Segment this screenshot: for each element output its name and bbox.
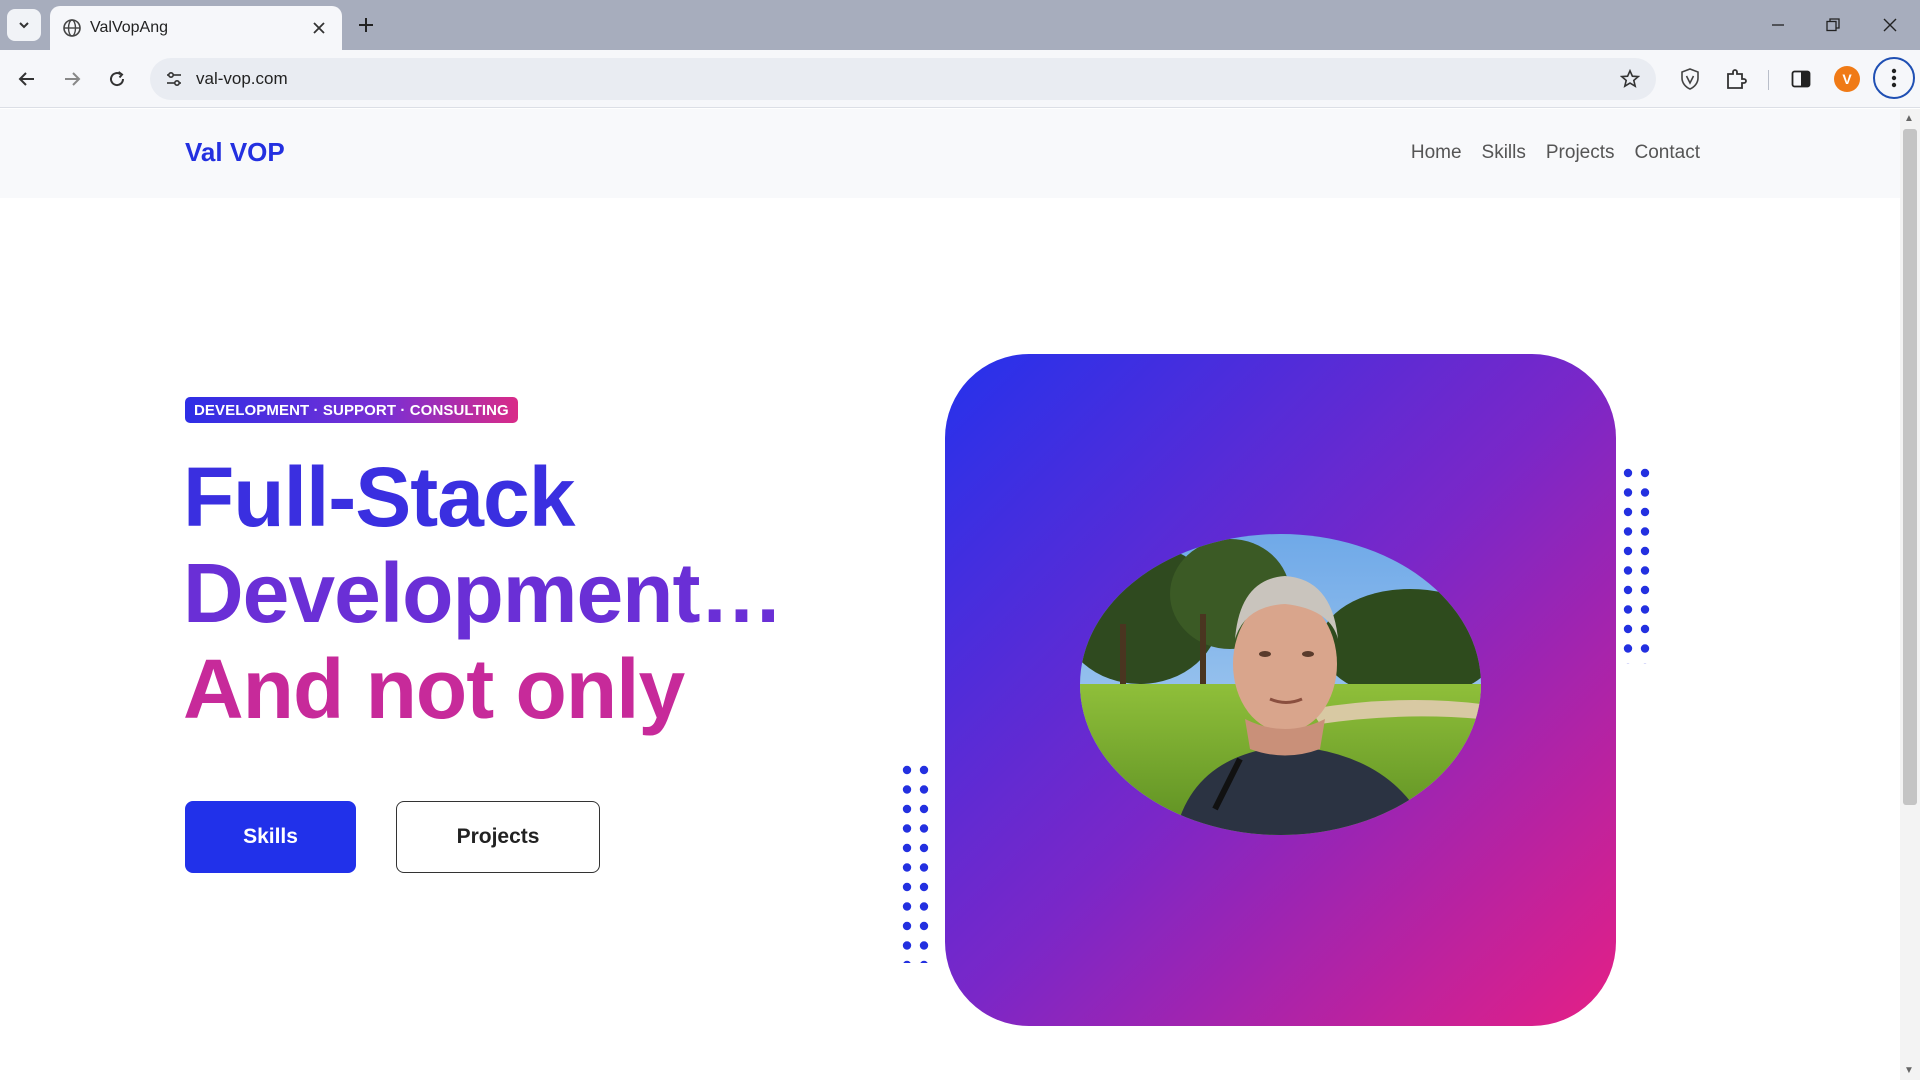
nav-projects[interactable]: Projects	[1546, 142, 1615, 164]
minimize-button[interactable]	[1754, 8, 1802, 42]
puzzle-icon	[1727, 69, 1747, 89]
nav-skills[interactable]: Skills	[1482, 142, 1526, 164]
side-panel-button[interactable]	[1784, 62, 1818, 96]
close-tab-button[interactable]	[308, 17, 330, 39]
page-viewport: Val VOP Home Skills Projects Contact DEV…	[0, 109, 1900, 1080]
back-button[interactable]	[10, 62, 44, 96]
decorative-dots-blue-top	[1623, 468, 1655, 664]
page-scrollbar[interactable]: ▲ ▼	[1900, 109, 1920, 1080]
hero-headline: Full-Stack Development… And not only	[183, 449, 783, 737]
close-icon	[1883, 18, 1897, 32]
globe-icon	[63, 19, 81, 37]
restore-icon	[1826, 18, 1840, 32]
bookmark-button[interactable]	[1616, 65, 1644, 93]
browser-tab[interactable]: ValVopAng	[50, 6, 342, 50]
scroll-down-arrow-icon[interactable]: ▼	[1904, 1065, 1914, 1076]
close-icon	[313, 22, 325, 34]
skills-button[interactable]: Skills	[185, 801, 356, 873]
reload-button[interactable]	[100, 62, 134, 96]
nav-contact[interactable]: Contact	[1635, 142, 1700, 164]
services-badge: DEVELOPMENT · SUPPORT · CONSULTING	[185, 397, 518, 423]
star-icon	[1620, 69, 1640, 88]
projects-button[interactable]: Projects	[396, 801, 600, 873]
tab-title: ValVopAng	[90, 19, 168, 36]
site-header: Val VOP Home Skills Projects Contact	[0, 109, 1900, 198]
decorative-dots-blue-bottom	[902, 765, 934, 963]
headline-line-2: Development…	[183, 546, 783, 640]
site-info-button[interactable]	[160, 65, 188, 93]
side-panel-icon	[1791, 70, 1811, 88]
url-text[interactable]: val-vop.com	[196, 69, 288, 89]
portrait-illustration	[1080, 534, 1481, 835]
more-vertical-icon	[1891, 68, 1897, 88]
profile-avatar[interactable]: V	[1834, 66, 1860, 92]
tab-search-button[interactable]	[7, 9, 41, 41]
arrow-right-icon	[65, 72, 81, 86]
extension-shield-button[interactable]	[1673, 62, 1707, 96]
forward-button[interactable]	[55, 62, 89, 96]
profile-photo	[1080, 534, 1481, 835]
scrollbar-thumb[interactable]	[1903, 129, 1917, 805]
new-tab-button[interactable]	[352, 11, 380, 39]
site-logo[interactable]: Val VOP	[185, 137, 285, 168]
extensions-button[interactable]	[1719, 62, 1753, 96]
arrow-left-icon	[18, 72, 34, 86]
reload-icon	[110, 71, 125, 87]
scroll-up-arrow-icon[interactable]: ▲	[1904, 113, 1914, 124]
nav-home[interactable]: Home	[1411, 142, 1462, 164]
minimize-icon	[1772, 24, 1784, 26]
close-window-button[interactable]	[1866, 8, 1914, 42]
shield-icon	[1681, 68, 1699, 90]
site-nav: Home Skills Projects Contact	[1411, 142, 1700, 164]
headline-line-1: Full-Stack	[183, 450, 575, 544]
address-bar[interactable]: val-vop.com	[150, 58, 1656, 100]
headline-line-3: And not only	[183, 642, 685, 736]
plus-icon	[359, 18, 373, 32]
browser-tab-bar: ValVopAng	[0, 0, 1920, 50]
tune-icon	[167, 71, 181, 87]
browser-toolbar: val-vop.com	[0, 50, 1920, 108]
restore-button[interactable]	[1809, 8, 1857, 42]
chevron-down-icon	[19, 22, 29, 29]
browser-menu-button[interactable]	[1873, 57, 1915, 99]
toolbar-divider	[1768, 70, 1769, 90]
